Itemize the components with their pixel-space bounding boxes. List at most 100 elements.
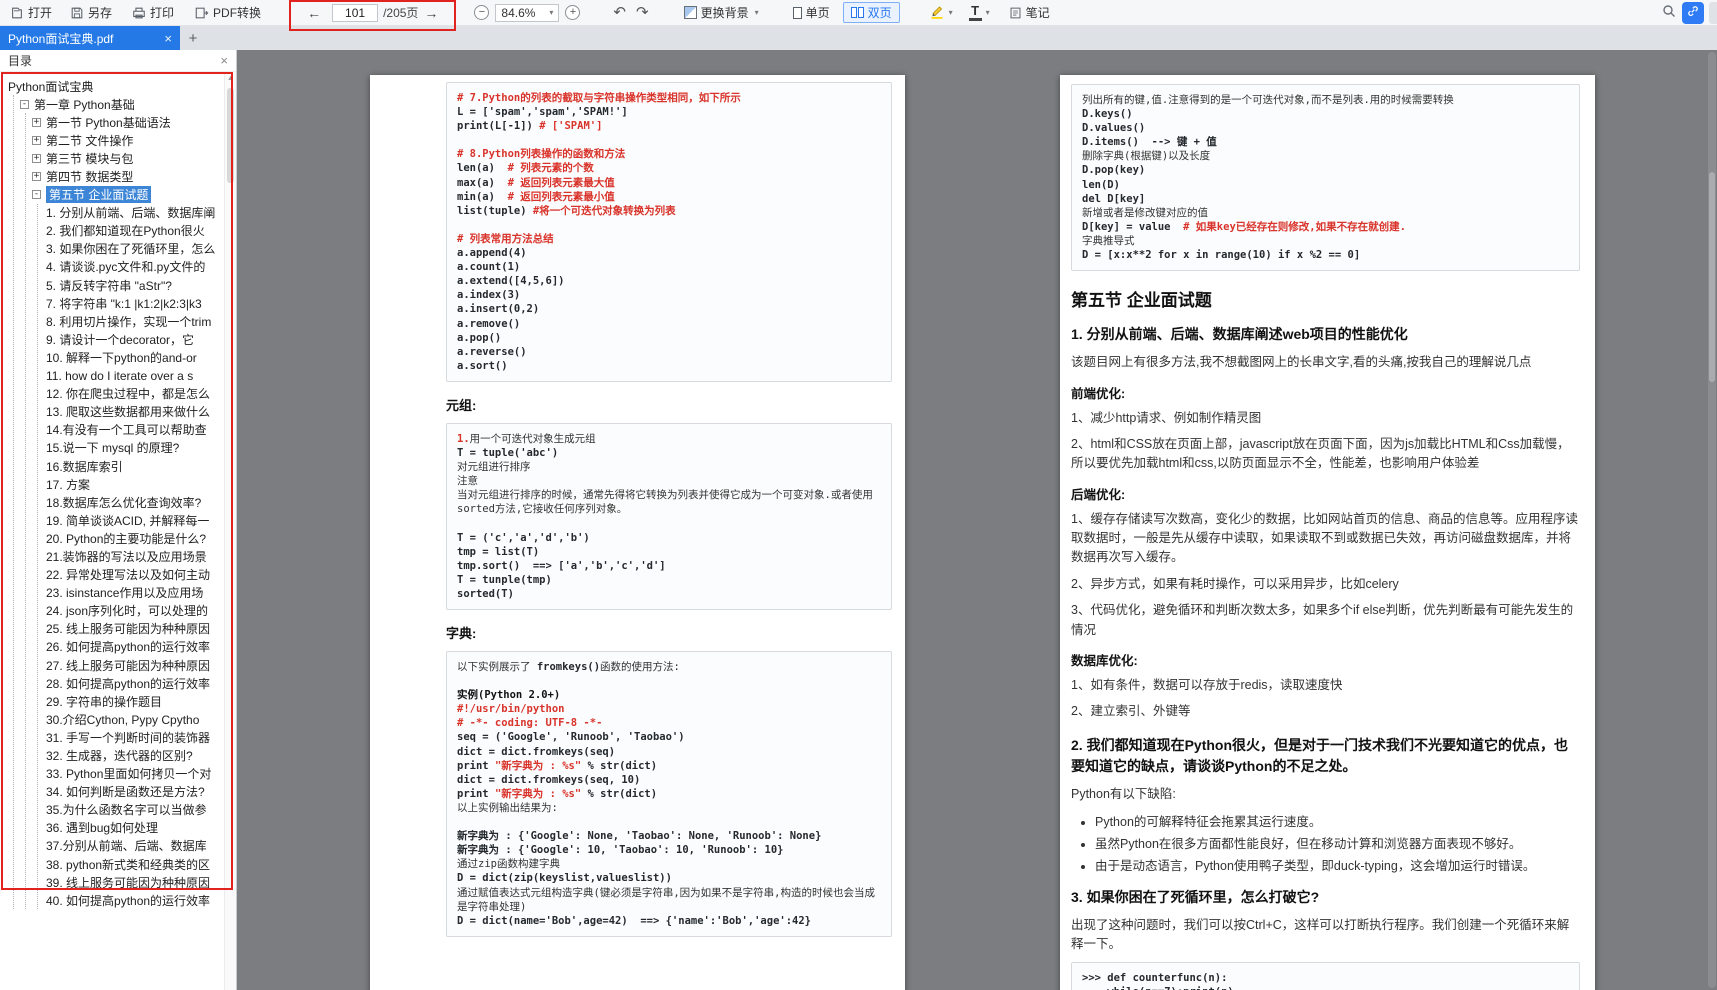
toc-chapter-item[interactable]: - 第一章 Python基础 <box>14 95 224 113</box>
document-tab[interactable]: Python面试宝典.pdf × <box>0 26 180 50</box>
toc-question-item[interactable]: 29. 字符串的操作题目 <box>38 692 224 710</box>
toc-question-item[interactable]: 33. Python里面如何拷贝一个对 <box>38 765 224 783</box>
toc-question-item[interactable]: 38. python新式类和经典类的区 <box>38 855 224 873</box>
prev-page-button[interactable]: ← <box>301 5 327 21</box>
open-button[interactable]: 打开 <box>4 0 58 26</box>
save-as-button[interactable]: 另存 <box>64 0 118 26</box>
notes-label: 笔记 <box>1026 4 1050 21</box>
toc-question-item[interactable]: 19. 简单谈谈ACID, 并解释每一 <box>38 511 224 529</box>
expand-icon[interactable]: + <box>32 154 41 163</box>
toc-question-item[interactable]: 15.说一下 mysql 的原理? <box>38 439 224 457</box>
single-page-button[interactable]: 单页 <box>785 2 838 23</box>
toc-question-item[interactable]: 24. json序列化时，可以处理的 <box>38 602 224 620</box>
change-background-label: 更换背景 <box>701 4 749 21</box>
code-line <box>457 674 881 688</box>
code-line: T = ('c','a','d','b') <box>457 531 881 545</box>
scrollbar-thumb[interactable] <box>227 88 234 183</box>
scroll-up-icon[interactable]: ▲ <box>225 72 236 82</box>
content-scrollbar-thumb[interactable] <box>1709 172 1715 382</box>
notes-button[interactable]: 笔记 <box>1003 0 1056 26</box>
toc-question-item[interactable]: 35.为什么函数名字可以当做参 <box>38 801 224 819</box>
toc-question-item[interactable]: 7. 将字符串 "k:1 |k1:2|k2:3|k3 <box>38 294 224 312</box>
toc-question-item[interactable]: 5. 请反转字符串 "aStr"? <box>38 276 224 294</box>
sidebar-header: 目录 × <box>0 50 236 72</box>
toc-question-item[interactable]: 26. 如何提高python的运行效率 <box>38 638 224 656</box>
code-line: T = tunple(tmp) <box>457 573 881 587</box>
single-page-icon <box>793 7 802 19</box>
collapse-icon[interactable]: - <box>32 190 41 199</box>
redo-button[interactable]: ↷ <box>631 0 654 26</box>
expand-icon[interactable]: + <box>32 136 41 145</box>
toc-question-item[interactable]: 28. 如何提高python的运行效率 <box>38 674 224 692</box>
collapse-icon[interactable]: - <box>20 100 29 109</box>
paragraph-bold: 前端优化: <box>1071 383 1580 402</box>
next-page-button[interactable]: → <box>418 5 444 21</box>
code-line: 对元组进行排序 <box>457 460 881 474</box>
zoom-out-button[interactable]: − <box>474 5 489 20</box>
toc-question-item[interactable]: 13. 爬取这些数据都用来做什么 <box>38 403 224 421</box>
toc-question-item[interactable]: 36. 遇到bug如何处理 <box>38 819 224 837</box>
toc-question-item[interactable]: 17. 方案 <box>38 475 224 493</box>
toc-question-item[interactable]: 14.有没有一个工具可以帮助查 <box>38 421 224 439</box>
toc-question-item[interactable]: 3. 如果你困在了死循环里，怎么 <box>38 240 224 258</box>
zoom-level-select[interactable]: 84.6% ▾ <box>495 4 559 22</box>
bullet-item: Python的可解释特征会拖累其运行速度。 <box>1095 811 1580 830</box>
code-line: min(a) # 返回列表元素最小值 <box>457 190 881 204</box>
code-line: # -*- coding: UTF-8 -*- <box>457 716 881 730</box>
search-button[interactable] <box>1661 3 1677 22</box>
change-background-button[interactable]: 更换背景 ▾ <box>678 0 765 26</box>
toc-question-item[interactable]: 20. Python的主要功能是什么? <box>38 529 224 547</box>
toc-root-item[interactable]: Python面试宝典 <box>8 77 224 95</box>
double-page-button[interactable]: 双页 <box>843 2 900 23</box>
toc-section-item[interactable]: +第二节 文件操作 <box>26 131 224 149</box>
toc-section-item[interactable]: +第四节 数据类型 <box>26 167 224 185</box>
toc-question-item[interactable]: 27. 线上服务可能因为种种原因 <box>38 656 224 674</box>
toc-question-item[interactable]: 23. isinstance作用以及应用场 <box>38 584 224 602</box>
toc-question-item[interactable]: 11. how do I iterate over a s <box>38 367 224 385</box>
pdf-page-right: 列出所有的键,值.注意得到的是一个可迭代对象,而不是列表.用的时候需要转换D.k… <box>1060 75 1595 990</box>
clipped-toolbar-icon[interactable] <box>1709 2 1717 24</box>
undo-button[interactable]: ↶ <box>608 0 631 26</box>
print-button[interactable]: 打印 <box>126 0 180 26</box>
link-button[interactable] <box>1682 2 1704 24</box>
expand-icon[interactable]: + <box>32 118 41 127</box>
pdf-convert-button[interactable]: PDF转换 <box>188 0 267 26</box>
new-tab-button[interactable]: + <box>180 26 206 50</box>
toc-question-item[interactable]: 37.分别从前端、后端、数据库 <box>38 837 224 855</box>
text-tool-button[interactable]: T ▾ <box>964 0 995 26</box>
toc-question-item[interactable]: 31. 手写一个判断时间的装饰器 <box>38 728 224 746</box>
page-number-input[interactable] <box>332 4 378 22</box>
question-heading: 2. 我们都知道现在Python很火，但是对于一门技术我们不光要知道它的优点，也… <box>1071 735 1580 777</box>
toc-question-item[interactable]: 22. 异常处理写法以及如何主动 <box>38 566 224 584</box>
background-icon <box>684 6 697 19</box>
toc-question-item[interactable]: 12. 你在爬虫过程中，都是怎么 <box>38 385 224 403</box>
toc-question-item[interactable]: 30.介绍Cython, Pypy Cpytho <box>38 710 224 728</box>
toc-question-item[interactable]: 25. 线上服务可能因为种种原因 <box>38 620 224 638</box>
sidebar-scrollbar[interactable]: ▲ <box>224 72 236 990</box>
sidebar-close-button[interactable]: × <box>220 53 228 68</box>
toc-question-item[interactable]: 1. 分别从前端、后端、数据库阐 <box>38 204 224 222</box>
zoom-in-button[interactable]: + <box>565 5 580 20</box>
toc-question-item[interactable]: 10. 解释一下python的and-or <box>38 348 224 366</box>
toc-question-item[interactable]: 32. 生成器，迭代器的区别? <box>38 746 224 764</box>
toc-question-item[interactable]: 16.数据库索引 <box>38 457 224 475</box>
toc-question-item[interactable]: 8. 利用切片操作，实现一个trim <box>38 312 224 330</box>
highlighter-button[interactable]: ▾ <box>924 0 958 26</box>
toc-section-item[interactable]: +第一节 Python基础语法 <box>26 113 224 131</box>
pdf-reader-window: 打开 另存 打印 PDF转换 ← /205页 → − 84.6% ▾ <box>0 0 1717 990</box>
toc-question-item[interactable]: 40. 如何提高python的运行效率 <box>38 891 224 909</box>
content-scrollbar[interactable] <box>1708 52 1716 988</box>
toc-question-item[interactable]: 2. 我们都知道现在Python很火 <box>38 222 224 240</box>
toc-question-item[interactable]: 21.装饰器的写法以及应用场景 <box>38 547 224 565</box>
toc-question-item[interactable]: 4. 请谈谈.pyc文件和.py文件的 <box>38 258 224 276</box>
toc-question-item[interactable]: 9. 请设计一个decorator，它 <box>38 330 224 348</box>
tab-close-button[interactable]: × <box>164 31 172 46</box>
double-page-label: 双页 <box>868 4 892 21</box>
toc-question-item[interactable]: 34. 如何判断是函数还是方法? <box>38 783 224 801</box>
code-line: dict = dict.fromkeys(seq, 10) <box>457 773 881 787</box>
toc-question-item[interactable]: 18.数据库怎么优化查询效率? <box>38 493 224 511</box>
toc-section-item[interactable]: +第三节 模块与包 <box>26 149 224 167</box>
toc-question-item[interactable]: 39. 线上服务可能因为种种原因 <box>38 873 224 891</box>
expand-icon[interactable]: + <box>32 172 41 181</box>
toc-section-item[interactable]: -第五节 企业面试题 <box>26 186 224 204</box>
